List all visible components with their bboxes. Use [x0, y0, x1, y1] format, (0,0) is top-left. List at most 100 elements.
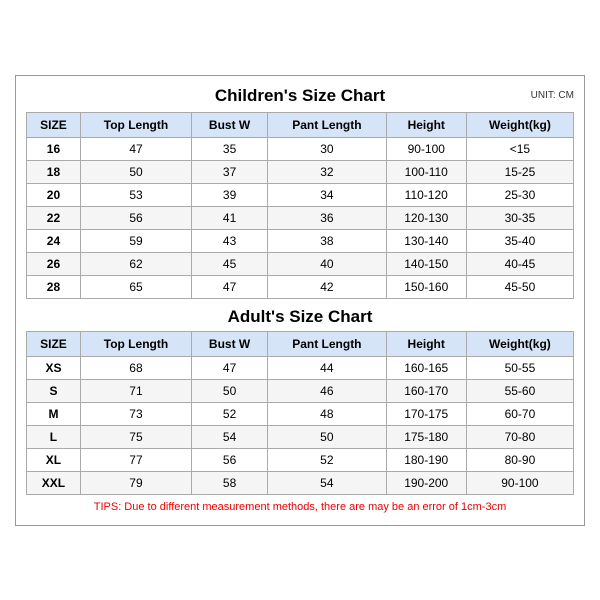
data-cell: 36 [268, 206, 386, 229]
data-cell: 68 [80, 356, 191, 379]
data-cell: 37 [192, 160, 268, 183]
data-cell: 100-110 [386, 160, 466, 183]
data-cell: 65 [80, 275, 191, 298]
data-cell: 53 [80, 183, 191, 206]
data-cell: 30-35 [466, 206, 573, 229]
data-cell: 60-70 [466, 402, 573, 425]
children-table-row: 22564136120-13030-35 [27, 206, 574, 229]
data-cell: 150-160 [386, 275, 466, 298]
adult-table-row: L755450175-18070-80 [27, 425, 574, 448]
size-cell: 24 [27, 229, 81, 252]
data-cell: 40-45 [466, 252, 573, 275]
children-table-row: 20533934110-12025-30 [27, 183, 574, 206]
adult-size-table: Adult's Size Chart SIZE Top Length Bust … [26, 299, 574, 515]
tips-text: TIPS: Due to different measurement metho… [27, 494, 574, 515]
size-cell: XXL [27, 471, 81, 494]
data-cell: 48 [268, 402, 386, 425]
data-cell: <15 [466, 137, 573, 160]
col-size-adult: SIZE [27, 331, 81, 356]
col-pant-length-adult: Pant Length [268, 331, 386, 356]
adult-header-row: SIZE Top Length Bust W Pant Length Heigh… [27, 331, 574, 356]
col-weight: Weight(kg) [466, 112, 573, 137]
data-cell: 56 [80, 206, 191, 229]
data-cell: 160-165 [386, 356, 466, 379]
children-table-row: 18503732100-11015-25 [27, 160, 574, 183]
data-cell: 32 [268, 160, 386, 183]
data-cell: 34 [268, 183, 386, 206]
data-cell: 25-30 [466, 183, 573, 206]
col-height: Height [386, 112, 466, 137]
col-top-length: Top Length [80, 112, 191, 137]
data-cell: 130-140 [386, 229, 466, 252]
tips-row: TIPS: Due to different measurement metho… [27, 494, 574, 515]
data-cell: 70-80 [466, 425, 573, 448]
col-bust-w-adult: Bust W [192, 331, 268, 356]
col-height-adult: Height [386, 331, 466, 356]
data-cell: 90-100 [386, 137, 466, 160]
data-cell: 62 [80, 252, 191, 275]
adult-chart-title: Adult's Size Chart [27, 299, 574, 332]
data-cell: 54 [192, 425, 268, 448]
size-cell: 20 [27, 183, 81, 206]
data-cell: 170-175 [386, 402, 466, 425]
size-cell: 16 [27, 137, 81, 160]
data-cell: 35-40 [466, 229, 573, 252]
data-cell: 15-25 [466, 160, 573, 183]
size-cell: M [27, 402, 81, 425]
data-cell: 47 [192, 356, 268, 379]
data-cell: 55-60 [466, 379, 573, 402]
data-cell: 35 [192, 137, 268, 160]
col-pant-length: Pant Length [268, 112, 386, 137]
unit-label: UNIT: CM [531, 90, 574, 101]
children-size-table: SIZE Top Length Bust W Pant Length Heigh… [26, 112, 574, 299]
data-cell: 80-90 [466, 448, 573, 471]
col-top-length-adult: Top Length [80, 331, 191, 356]
data-cell: 71 [80, 379, 191, 402]
data-cell: 56 [192, 448, 268, 471]
data-cell: 110-120 [386, 183, 466, 206]
col-size: SIZE [27, 112, 81, 137]
data-cell: 52 [268, 448, 386, 471]
data-cell: 42 [268, 275, 386, 298]
data-cell: 59 [80, 229, 191, 252]
children-header-row: SIZE Top Length Bust W Pant Length Heigh… [27, 112, 574, 137]
adult-table-row: M735248170-17560-70 [27, 402, 574, 425]
size-cell: 22 [27, 206, 81, 229]
data-cell: 50-55 [466, 356, 573, 379]
size-chart-container: Children's Size Chart UNIT: CM SIZE Top … [15, 75, 585, 526]
size-cell: XL [27, 448, 81, 471]
data-cell: 73 [80, 402, 191, 425]
size-cell: 26 [27, 252, 81, 275]
data-cell: 140-150 [386, 252, 466, 275]
size-cell: XS [27, 356, 81, 379]
children-table-row: 24594338130-14035-40 [27, 229, 574, 252]
data-cell: 90-100 [466, 471, 573, 494]
data-cell: 39 [192, 183, 268, 206]
data-cell: 50 [268, 425, 386, 448]
size-cell: 18 [27, 160, 81, 183]
children-table-row: 1647353090-100<15 [27, 137, 574, 160]
col-bust-w: Bust W [192, 112, 268, 137]
data-cell: 54 [268, 471, 386, 494]
data-cell: 38 [268, 229, 386, 252]
data-cell: 45 [192, 252, 268, 275]
data-cell: 120-130 [386, 206, 466, 229]
children-table-row: 28654742150-16045-50 [27, 275, 574, 298]
size-cell: S [27, 379, 81, 402]
data-cell: 58 [192, 471, 268, 494]
data-cell: 175-180 [386, 425, 466, 448]
data-cell: 180-190 [386, 448, 466, 471]
data-cell: 41 [192, 206, 268, 229]
data-cell: 45-50 [466, 275, 573, 298]
children-chart-title: Children's Size Chart [215, 86, 385, 106]
data-cell: 160-170 [386, 379, 466, 402]
adult-table-row: S715046160-17055-60 [27, 379, 574, 402]
data-cell: 50 [80, 160, 191, 183]
size-cell: 28 [27, 275, 81, 298]
data-cell: 50 [192, 379, 268, 402]
data-cell: 30 [268, 137, 386, 160]
data-cell: 40 [268, 252, 386, 275]
children-table-row: 26624540140-15040-45 [27, 252, 574, 275]
adult-table-row: XS684744160-16550-55 [27, 356, 574, 379]
adult-table-row: XL775652180-19080-90 [27, 448, 574, 471]
